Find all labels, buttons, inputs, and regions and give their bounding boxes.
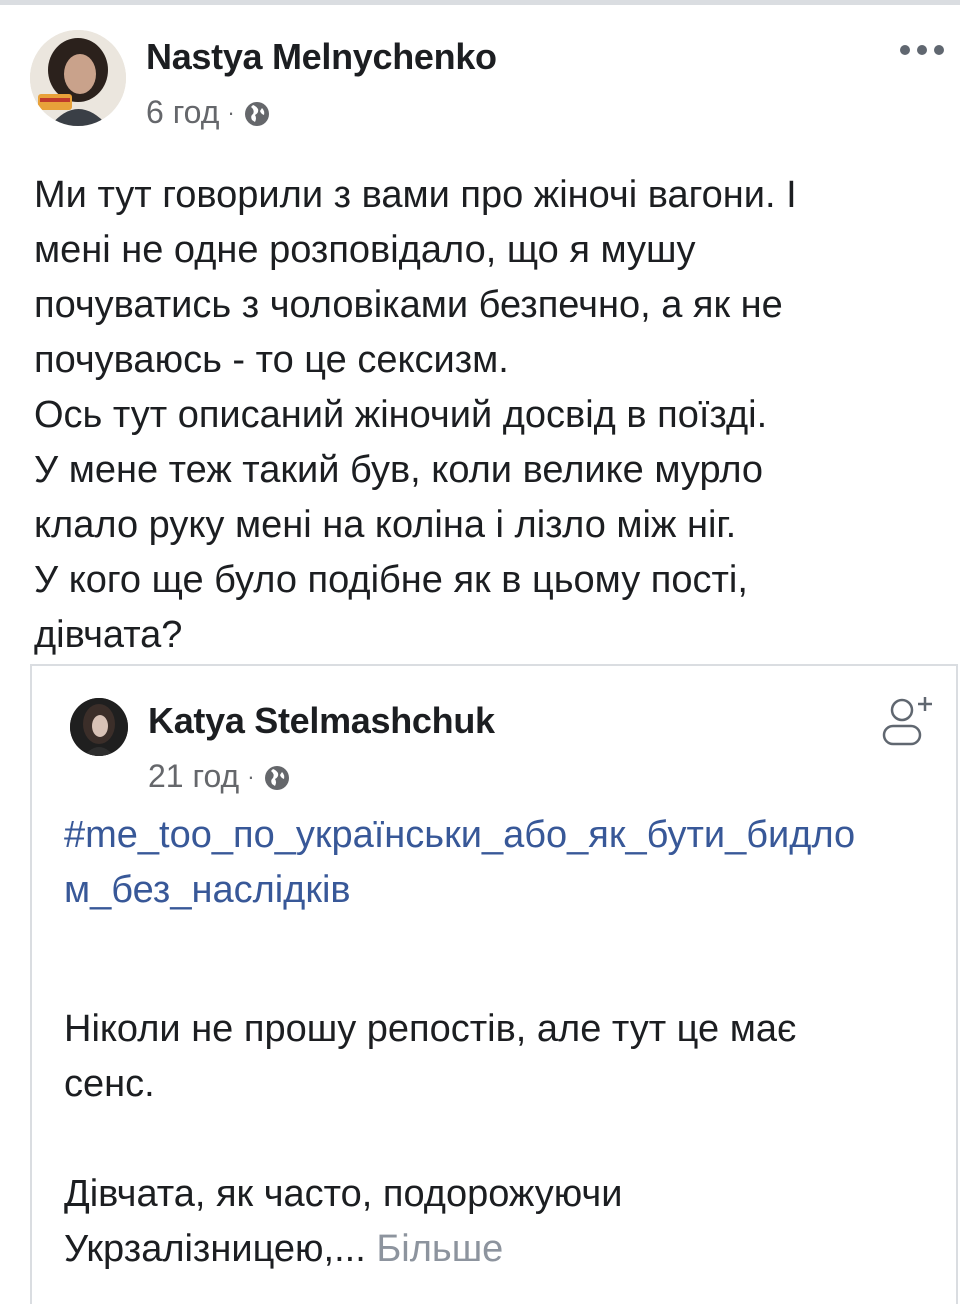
post-text-line: дівчата?	[34, 614, 183, 656]
shared-text-line-last: Укрзалізницею,... Більше	[64, 1222, 944, 1277]
meta-separator: ·	[227, 99, 235, 125]
more-options-icon	[900, 45, 910, 55]
author-name[interactable]: Nastya Melnychenko	[146, 36, 497, 78]
meta-separator: ·	[247, 763, 255, 789]
post-text: Ми тут говорили з вами про жіночі вагони…	[34, 168, 934, 663]
see-more-link[interactable]: Більше	[376, 1228, 503, 1270]
post-text-line: Ми тут говорили з вами про жіночі вагони…	[34, 174, 797, 216]
globe-icon	[263, 763, 291, 791]
hashtag-line[interactable]: м_без_наслідків	[64, 863, 944, 918]
shared-post-meta: 21 год ·	[148, 758, 291, 795]
top-divider	[0, 0, 960, 5]
post-text-line: почуваюсь - то це сексизм.	[34, 339, 509, 381]
post-text-line: У кого ще було подібне як в цьому пості,	[34, 559, 748, 601]
post-text-line: Ось тут описаний жіночий досвід в поїзді…	[34, 394, 768, 436]
shared-text-fragment: Укрзалізницею,...	[64, 1228, 366, 1270]
add-friend-button[interactable]	[878, 690, 938, 750]
post-text-line: клало руку мені на коліна і лізло між ні…	[34, 504, 737, 546]
shared-avatar-photo	[70, 698, 128, 756]
post-meta: 6 год ·	[146, 94, 271, 131]
shared-author-name[interactable]: Katya Stelmashchuk	[148, 700, 495, 742]
shared-author-avatar[interactable]	[70, 698, 128, 756]
avatar-photo	[30, 30, 126, 126]
more-options-button[interactable]	[900, 38, 944, 62]
more-options-icon-dot	[934, 45, 944, 55]
hashtag-line[interactable]: #me_too_по_українськи_або_як_бути_бидло	[64, 808, 944, 863]
more-options-icon-dot	[917, 45, 927, 55]
shared-text-line: Дівчата, як часто, подорожуючи	[64, 1173, 623, 1215]
post-text-line: почуватись з чоловіками безпечно, а як н…	[34, 284, 783, 326]
shared-post-text: Ніколи не прошу репостів, але тут це має…	[64, 1002, 944, 1277]
shared-text-line: сенс.	[64, 1063, 155, 1105]
author-avatar[interactable]	[30, 30, 126, 126]
shared-text-line: Ніколи не прошу репостів, але тут це має	[64, 1008, 797, 1050]
globe-icon	[243, 99, 271, 127]
shared-post-time[interactable]: 21 год	[148, 758, 239, 795]
hashtag-link[interactable]: #me_too_по_українськи_або_як_бути_бидло …	[64, 808, 944, 918]
add-friend-icon	[882, 697, 932, 746]
shared-post-card[interactable]: Katya Stelmashchuk 21 год · #me_too_по_у…	[30, 664, 958, 1304]
post-text-line: У мене теж такий був, коли велике мурло	[34, 449, 764, 491]
post-time[interactable]: 6 год	[146, 94, 219, 131]
post-text-line: мені не одне розповідало, що я мушу	[34, 229, 696, 271]
